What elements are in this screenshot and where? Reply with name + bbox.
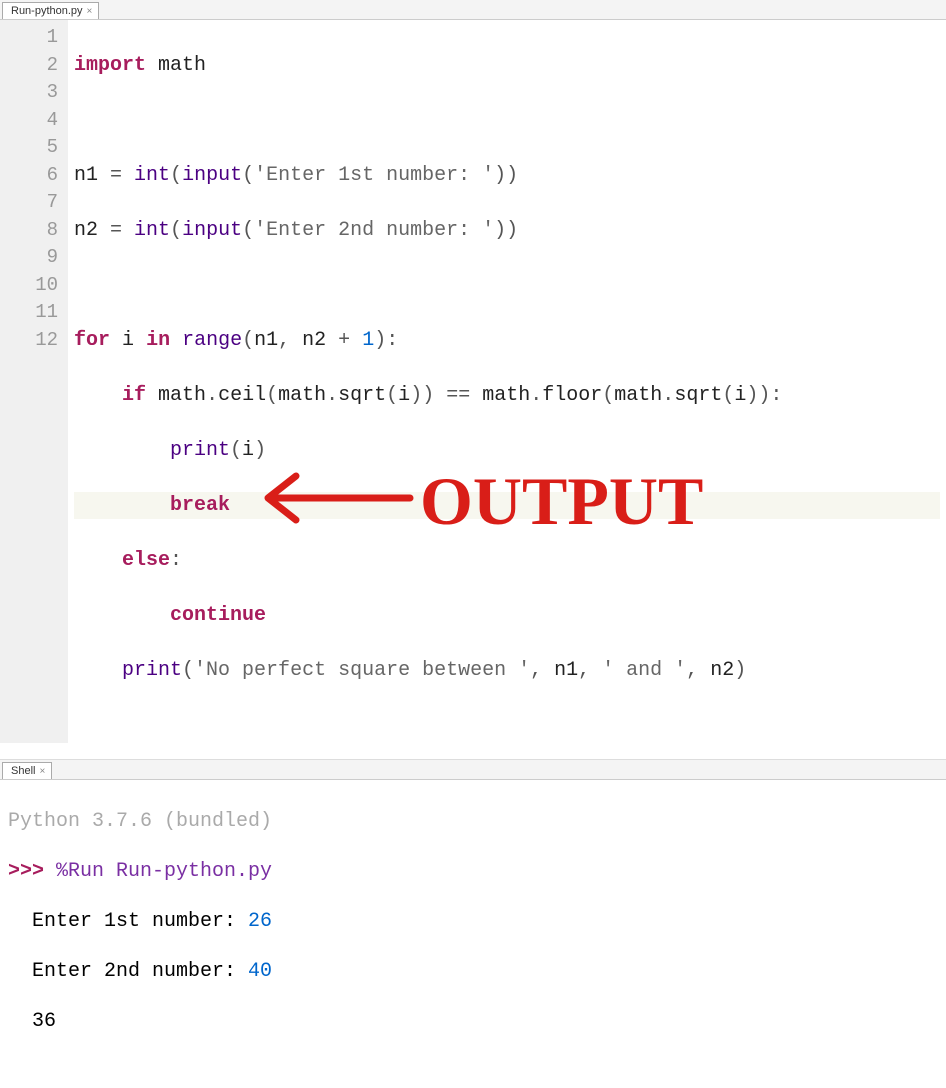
shell-line: >>> %Run Run-python.py — [8, 859, 938, 884]
line-number: 4 — [16, 107, 58, 135]
close-icon[interactable]: × — [87, 6, 93, 17]
code-line: else: — [74, 547, 940, 575]
close-icon[interactable]: × — [39, 766, 45, 777]
line-number: 7 — [16, 189, 58, 217]
line-number: 5 — [16, 134, 58, 162]
line-number: 8 — [16, 217, 58, 245]
code-area[interactable]: import math n1 = int(input('Enter 1st nu… — [68, 20, 946, 743]
code-line: n2 = int(input('Enter 2nd number: ')) — [74, 217, 940, 245]
shell-tab-bar: Shell × — [0, 760, 946, 780]
editor-tab-bar: Run-python.py × — [0, 0, 946, 20]
shell-tab[interactable]: Shell × — [2, 762, 52, 779]
shell-line: Enter 1st number: 26 — [8, 909, 938, 934]
tab-label: Shell — [11, 765, 35, 777]
code-editor[interactable]: 1 2 3 4 5 6 7 8 9 10 11 12 import math n… — [0, 20, 946, 743]
line-number: 11 — [16, 299, 58, 327]
code-line: continue — [74, 602, 940, 630]
code-line: for i in range(n1, n2 + 1): — [74, 327, 940, 355]
line-number: 3 — [16, 79, 58, 107]
code-line: n1 = int(input('Enter 1st number: ')) — [74, 162, 940, 190]
line-number: 1 — [16, 24, 58, 52]
code-line: import math — [74, 52, 940, 80]
line-number: 9 — [16, 244, 58, 272]
code-line: if math.ceil(math.sqrt(i)) == math.floor… — [74, 382, 940, 410]
code-line: print('No perfect square between ', n1, … — [74, 657, 940, 685]
shell-line: Python 3.7.6 (bundled) — [8, 809, 938, 834]
line-number: 2 — [16, 52, 58, 80]
shell-line: Enter 2nd number: 40 — [8, 959, 938, 984]
shell-output[interactable]: Python 3.7.6 (bundled) >>> %Run Run-pyth… — [0, 780, 946, 1088]
line-number: 12 — [16, 327, 58, 355]
line-number: 6 — [16, 162, 58, 190]
code-line — [74, 272, 940, 300]
code-line: print(i) — [74, 437, 940, 465]
line-gutter: 1 2 3 4 5 6 7 8 9 10 11 12 — [0, 20, 68, 743]
line-number: 10 — [16, 272, 58, 300]
code-line — [74, 107, 940, 135]
editor-tab[interactable]: Run-python.py × — [2, 2, 99, 19]
code-line: break — [74, 492, 940, 520]
shell-line: 36 — [8, 1009, 938, 1034]
panel-separator — [0, 743, 946, 759]
tab-label: Run-python.py — [11, 5, 83, 17]
